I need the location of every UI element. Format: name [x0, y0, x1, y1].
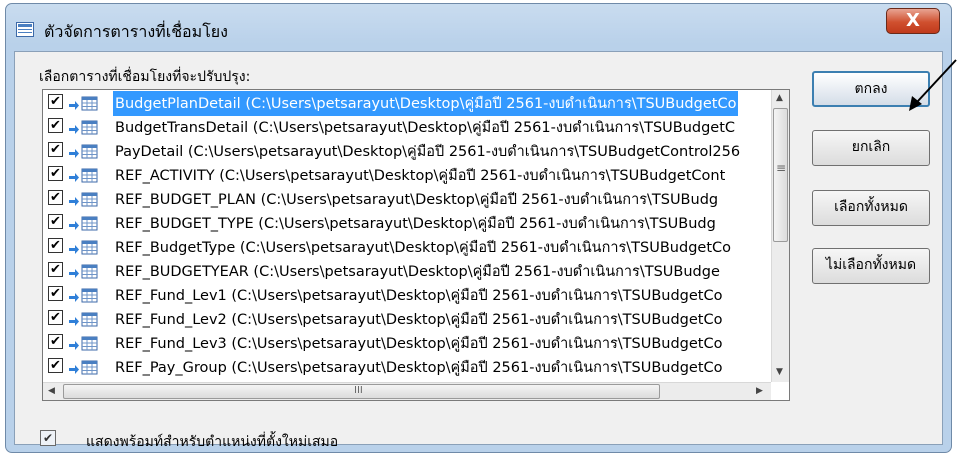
annotation-arrow-icon	[909, 59, 957, 111]
